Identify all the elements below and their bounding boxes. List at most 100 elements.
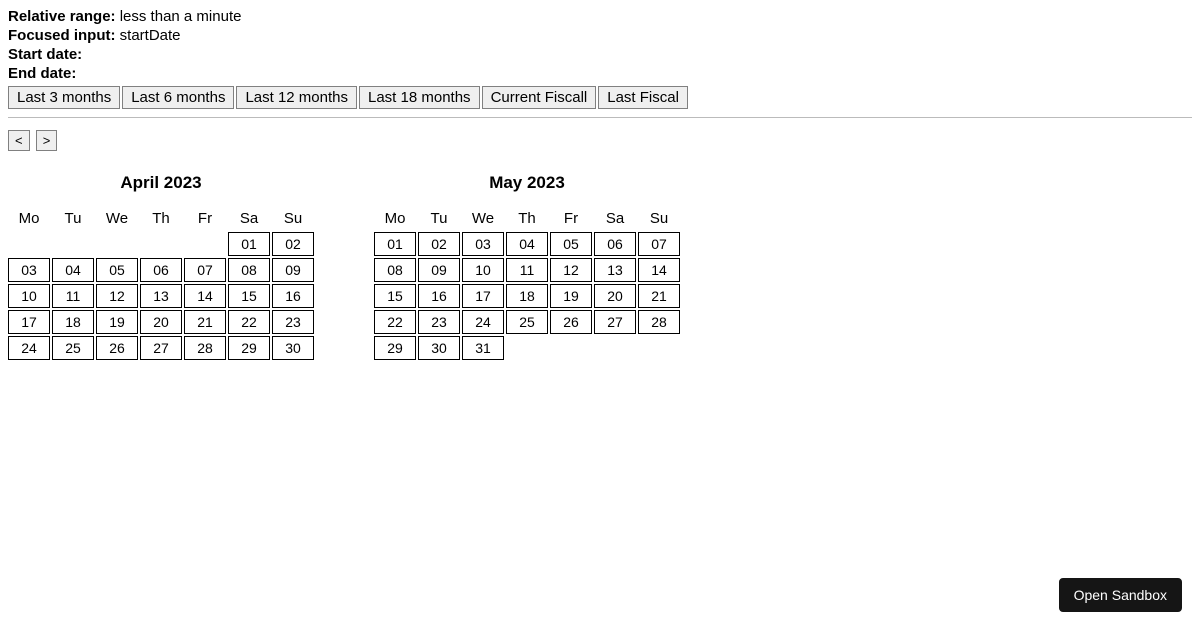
calendar-day[interactable]: 28 [638,310,680,334]
next-month-button[interactable]: > [36,130,58,151]
start-date-line: Start date: [8,46,1192,63]
calendar-day[interactable]: 06 [140,258,182,282]
calendar-day[interactable]: 02 [272,232,314,256]
calendar-day[interactable]: 14 [184,284,226,308]
calendar-day[interactable]: 23 [418,310,460,334]
day-of-week-header: Fr [184,207,226,230]
calendar-day[interactable]: 26 [96,336,138,360]
calendar-day[interactable]: 19 [96,310,138,334]
calendars: April 2023MoTuWeThFrSaSu0102030405060708… [8,173,1192,360]
calendar-day[interactable]: 01 [374,232,416,256]
calendar-day[interactable]: 01 [228,232,270,256]
calendar-day[interactable]: 03 [8,258,50,282]
day-of-week-header: Mo [374,207,416,230]
relative-range-line: Relative range: less than a minute [8,8,1192,25]
calendar-day[interactable]: 22 [228,310,270,334]
relative-range-value: less than a minute [120,8,242,25]
calendar-day[interactable]: 20 [140,310,182,334]
calendar-grid: MoTuWeThFrSaSu01020304050607080910111213… [374,207,680,360]
calendar-day[interactable]: 14 [638,258,680,282]
preset-button[interactable]: Last 3 months [8,86,120,109]
calendar-month: April 2023 MoTuWeThFrSaSu0102 030405060708… [8,173,314,360]
calendar-day[interactable]: 02 [418,232,460,256]
calendar-title: April 2023 [8,173,314,193]
calendar-day[interactable]: 13 [140,284,182,308]
calendar-day[interactable]: 29 [374,336,416,360]
calendar-day[interactable]: 27 [140,336,182,360]
calendar-day[interactable]: 22 [374,310,416,334]
calendar-day[interactable]: 06 [594,232,636,256]
calendar-day[interactable]: 17 [8,310,50,334]
calendar-day[interactable]: 25 [506,310,548,334]
day-of-week-header: Tu [418,207,460,230]
preset-button[interactable]: Last 18 months [359,86,480,109]
day-of-week-header: Mo [8,207,50,230]
day-of-week-header: Su [272,207,314,230]
calendar-day[interactable]: 05 [96,258,138,282]
calendar-day[interactable]: 08 [228,258,270,282]
open-sandbox-button[interactable]: Open Sandbox [1059,578,1182,612]
calendar-day[interactable]: 09 [272,258,314,282]
calendar-day[interactable]: 29 [228,336,270,360]
calendar-day[interactable]: 12 [96,284,138,308]
day-of-week-header: We [96,207,138,230]
calendar-day[interactable]: 11 [506,258,548,282]
calendar-day[interactable]: 30 [418,336,460,360]
focused-input-value: startDate [120,27,181,44]
calendar-day[interactable]: 05 [550,232,592,256]
calendar-day[interactable]: 11 [52,284,94,308]
calendar-day[interactable]: 24 [8,336,50,360]
calendar-day[interactable]: 15 [228,284,270,308]
relative-range-label: Relative range: [8,8,116,25]
calendar-day[interactable]: 04 [506,232,548,256]
calendar-day[interactable]: 09 [418,258,460,282]
calendar-day[interactable]: 20 [594,284,636,308]
calendar-day[interactable]: 27 [594,310,636,334]
calendar-nav: < > [8,130,1192,151]
calendar-day[interactable]: 30 [272,336,314,360]
calendar-day[interactable]: 07 [638,232,680,256]
calendar-day[interactable]: 18 [506,284,548,308]
calendar-month: May 2023MoTuWeThFrSaSu010203040506070809… [374,173,680,360]
calendar-day[interactable]: 16 [272,284,314,308]
prev-month-button[interactable]: < [8,130,30,151]
day-of-week-header: Tu [52,207,94,230]
preset-button[interactable]: Last Fiscal [598,86,688,109]
focused-input-label: Focused input: [8,27,116,44]
calendar-day[interactable]: 25 [52,336,94,360]
day-of-week-header: Th [140,207,182,230]
calendar-day[interactable]: 28 [184,336,226,360]
calendar-title: May 2023 [374,173,680,193]
calendar-day[interactable]: 17 [462,284,504,308]
calendar-day[interactable]: 12 [550,258,592,282]
calendar-day[interactable]: 04 [52,258,94,282]
calendar-day[interactable]: 10 [8,284,50,308]
focused-input-line: Focused input: startDate [8,27,1192,44]
start-date-label: Start date: [8,46,82,63]
calendar-day[interactable]: 13 [594,258,636,282]
calendar-day[interactable]: 19 [550,284,592,308]
calendar-day[interactable]: 18 [52,310,94,334]
day-of-week-header: Fr [550,207,592,230]
calendar-day[interactable]: 07 [184,258,226,282]
day-of-week-header: Sa [228,207,270,230]
calendar-day[interactable]: 21 [638,284,680,308]
calendar-day[interactable]: 26 [550,310,592,334]
calendar-day[interactable]: 24 [462,310,504,334]
calendar-day[interactable]: 23 [272,310,314,334]
day-of-week-header: Su [638,207,680,230]
calendar-day[interactable]: 15 [374,284,416,308]
preset-button[interactable]: Last 6 months [122,86,234,109]
calendar-day[interactable]: 21 [184,310,226,334]
preset-button[interactable]: Current Fiscall [482,86,597,109]
calendar-day[interactable]: 03 [462,232,504,256]
calendar-grid: MoTuWeThFrSaSu0102 03040506070809 10111213… [8,207,314,360]
calendar-day[interactable]: 10 [462,258,504,282]
calendar-day[interactable]: 08 [374,258,416,282]
day-of-week-header: We [462,207,504,230]
preset-button[interactable]: Last 12 months [236,86,357,109]
calendar-day[interactable]: 16 [418,284,460,308]
day-of-week-header: Sa [594,207,636,230]
calendar-day[interactable]: 31 [462,336,504,360]
end-date-label: End date: [8,65,76,82]
